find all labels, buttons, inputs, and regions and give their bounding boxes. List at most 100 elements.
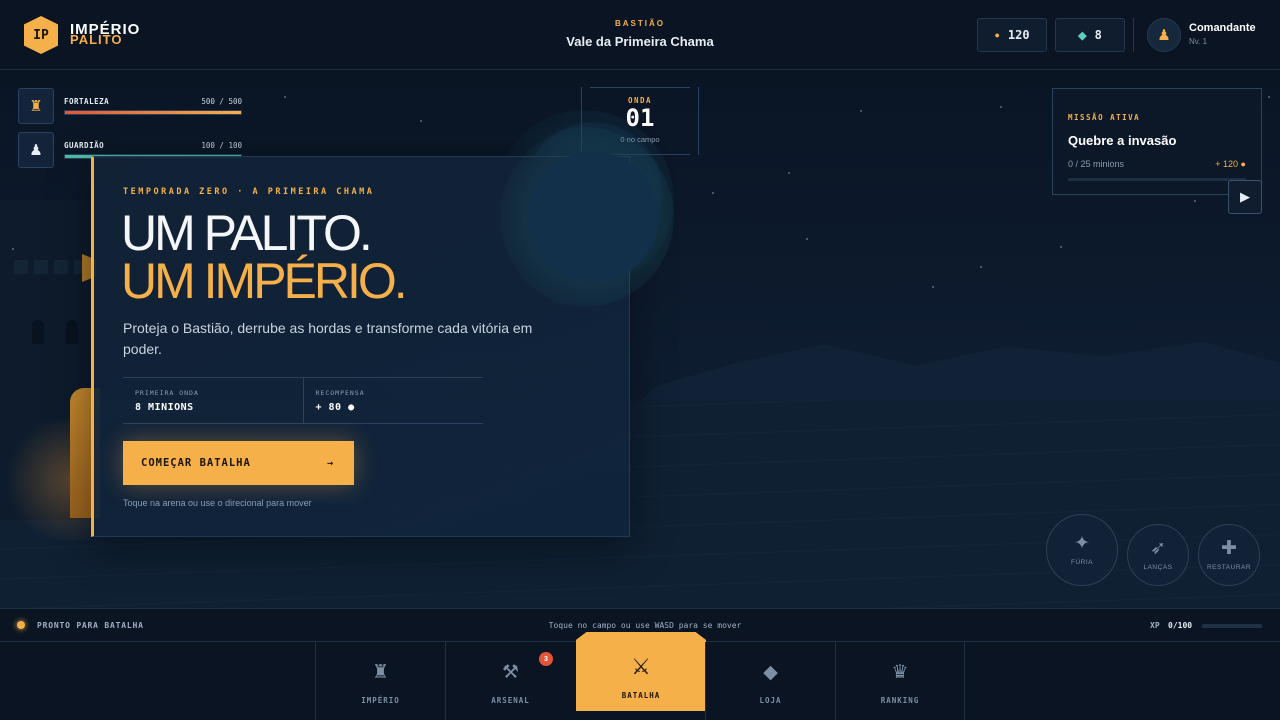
stat-label: RECOMPENSA (315, 389, 365, 397)
play-icon: ▶ (1240, 189, 1250, 204)
season-label: TEMPORADA ZERO · A PRIMEIRA CHAMA (123, 187, 375, 197)
status-indicator (17, 621, 25, 629)
location-name: Vale da Primeira Chama (566, 34, 714, 49)
battlement (54, 260, 68, 274)
headline-line-1: UM PALITO. (121, 205, 373, 261)
ability-fury-button[interactable]: ✦ FÚRIA (1046, 514, 1118, 586)
mission-title: Quebre a invasão (1068, 133, 1177, 148)
logo-subtitle: PALITO (70, 32, 123, 47)
diamond-icon: ◆ (763, 662, 778, 683)
pawn-icon: ♟ (1157, 27, 1171, 44)
star (860, 110, 862, 112)
guardian-value: 100 / 100 (201, 141, 242, 150)
hammer-icon: ⚒ (501, 662, 520, 683)
nav-label: ARSENAL (491, 696, 530, 705)
star (788, 172, 790, 174)
xp-bar (1202, 624, 1262, 628)
star (1000, 106, 1002, 108)
gem-amount: 8 (1094, 28, 1102, 42)
nav-item-arsenal[interactable]: ⚒ ARSENAL 3 (445, 642, 575, 720)
battlement (14, 260, 28, 274)
ability-restore-button[interactable]: ✚ RESTAURAR (1198, 524, 1260, 586)
intro-stats: PRIMEIRA ONDA 8 MINIONS RECOMPENSA + 80 … (123, 377, 483, 424)
movement-hint: Toque no campo ou use WASD para se mover (548, 621, 742, 630)
reward-stat: RECOMPENSA + 80 ● (302, 378, 484, 423)
star (980, 266, 982, 268)
location-label: BASTIÃO (615, 19, 665, 28)
star (1194, 200, 1196, 202)
notification-badge: 3 (539, 652, 553, 666)
bottom-nav: ♜ IMPÉRIO ⚒ ARSENAL 3 ⚔ BATALHA ◆ LOJA ♛… (0, 632, 1280, 720)
guardian-label: GUARDIÃO (64, 141, 105, 150)
mission-progress-bar (1068, 178, 1246, 181)
divider (1133, 18, 1134, 52)
play-button[interactable]: ▶ (1228, 180, 1262, 214)
fortress-health-fill (65, 111, 241, 114)
ability-label: RESTAURAR (1206, 564, 1252, 571)
first-wave-stat: PRIMEIRA ONDA 8 MINIONS (123, 378, 303, 423)
user-level: Nv. 1 (1189, 37, 1208, 46)
controls-hint: Toque na arena ou use o direcional para … (123, 498, 312, 508)
active-mission-panel[interactable]: MISSÃO ATIVA Quebre a invasão 0 / 25 min… (1052, 88, 1262, 195)
ability-label: FÚRIA (1071, 559, 1093, 566)
stat-value: + 80 ● (315, 402, 355, 413)
star (1268, 96, 1270, 98)
top-bar: IP IMPÉRIO PALITO BASTIÃO Vale da Primei… (0, 0, 1280, 70)
star (420, 120, 422, 122)
star (932, 286, 934, 288)
gem-icon: ◆ (1078, 29, 1087, 42)
fortress-icon: ♜ (18, 88, 54, 124)
fortress-value: 500 / 500 (201, 97, 242, 106)
mission-label: MISSÃO ATIVA (1068, 113, 1141, 122)
fortress-label: FORTALEZA (64, 97, 110, 106)
nav-item-loja[interactable]: ◆ LOJA (705, 642, 835, 720)
castle-icon: ♜ (371, 662, 390, 683)
nav-item-ranking[interactable]: ♛ RANKING (835, 642, 965, 720)
nav-label: LOJA (759, 696, 782, 705)
star (1060, 246, 1062, 248)
mission-progress: 0 / 25 minions (1068, 159, 1125, 169)
nav-item-batalha[interactable]: ⚔ BATALHA (576, 632, 706, 711)
mission-reward: + 120 ● (1215, 159, 1246, 169)
nav-label: RANKING (880, 696, 920, 705)
bastion-tower (0, 200, 100, 540)
stat-value: 8 MINIONS (135, 402, 194, 413)
ability-label: LANÇAS (1143, 564, 1173, 571)
battlement (34, 260, 48, 274)
headline-line-2: UM IMPÉRIO. (121, 253, 408, 309)
crown-icon: ♛ (891, 662, 909, 683)
star (806, 238, 808, 240)
tower-window (32, 320, 44, 344)
spear-icon: ➶ (1150, 538, 1166, 559)
user-name: Comandante (1189, 22, 1256, 34)
star (12, 248, 14, 250)
stat-label: PRIMEIRA ONDA (135, 389, 199, 397)
start-battle-label: COMEÇAR BATALHA (141, 457, 251, 469)
star (712, 192, 714, 194)
fortress-health-bar (64, 110, 242, 115)
intro-description: Proteja o Bastião, derrube as hordas e t… (123, 320, 533, 357)
gem-counter[interactable]: ◆ 8 (1055, 18, 1125, 52)
plus-icon: ✚ (1221, 538, 1237, 559)
xp-label: XP (1150, 621, 1160, 630)
spark-icon: ✦ (1074, 533, 1090, 554)
swords-icon: ⚔ (631, 654, 651, 679)
avatar[interactable]: ♟ (1147, 18, 1181, 52)
gold-counter[interactable]: ● 120 (977, 18, 1047, 52)
start-battle-button[interactable]: COMEÇAR BATALHA → (123, 441, 354, 485)
intro-card: TEMPORADA ZERO · A PRIMEIRA CHAMA UM PAL… (91, 127, 674, 537)
nav-item-imperio[interactable]: ♜ IMPÉRIO (315, 642, 445, 720)
ability-spears-button[interactable]: ➶ LANÇAS (1127, 524, 1189, 586)
xp-value: 0/100 (1168, 621, 1193, 630)
arrow-right-icon: → (326, 457, 334, 469)
gold-amount: 120 (1007, 28, 1030, 42)
tower-window (66, 320, 78, 344)
card-moon-decoration (494, 127, 674, 307)
guardian-icon: ♟ (18, 132, 54, 168)
coin-icon: ● (994, 30, 1000, 40)
nav-label: IMPÉRIO (361, 696, 400, 705)
status-text: PRONTO PARA BATALHA (37, 621, 144, 630)
star (284, 96, 286, 98)
logo-badge[interactable]: IP (24, 16, 58, 54)
nav-label: BATALHA (621, 691, 661, 700)
